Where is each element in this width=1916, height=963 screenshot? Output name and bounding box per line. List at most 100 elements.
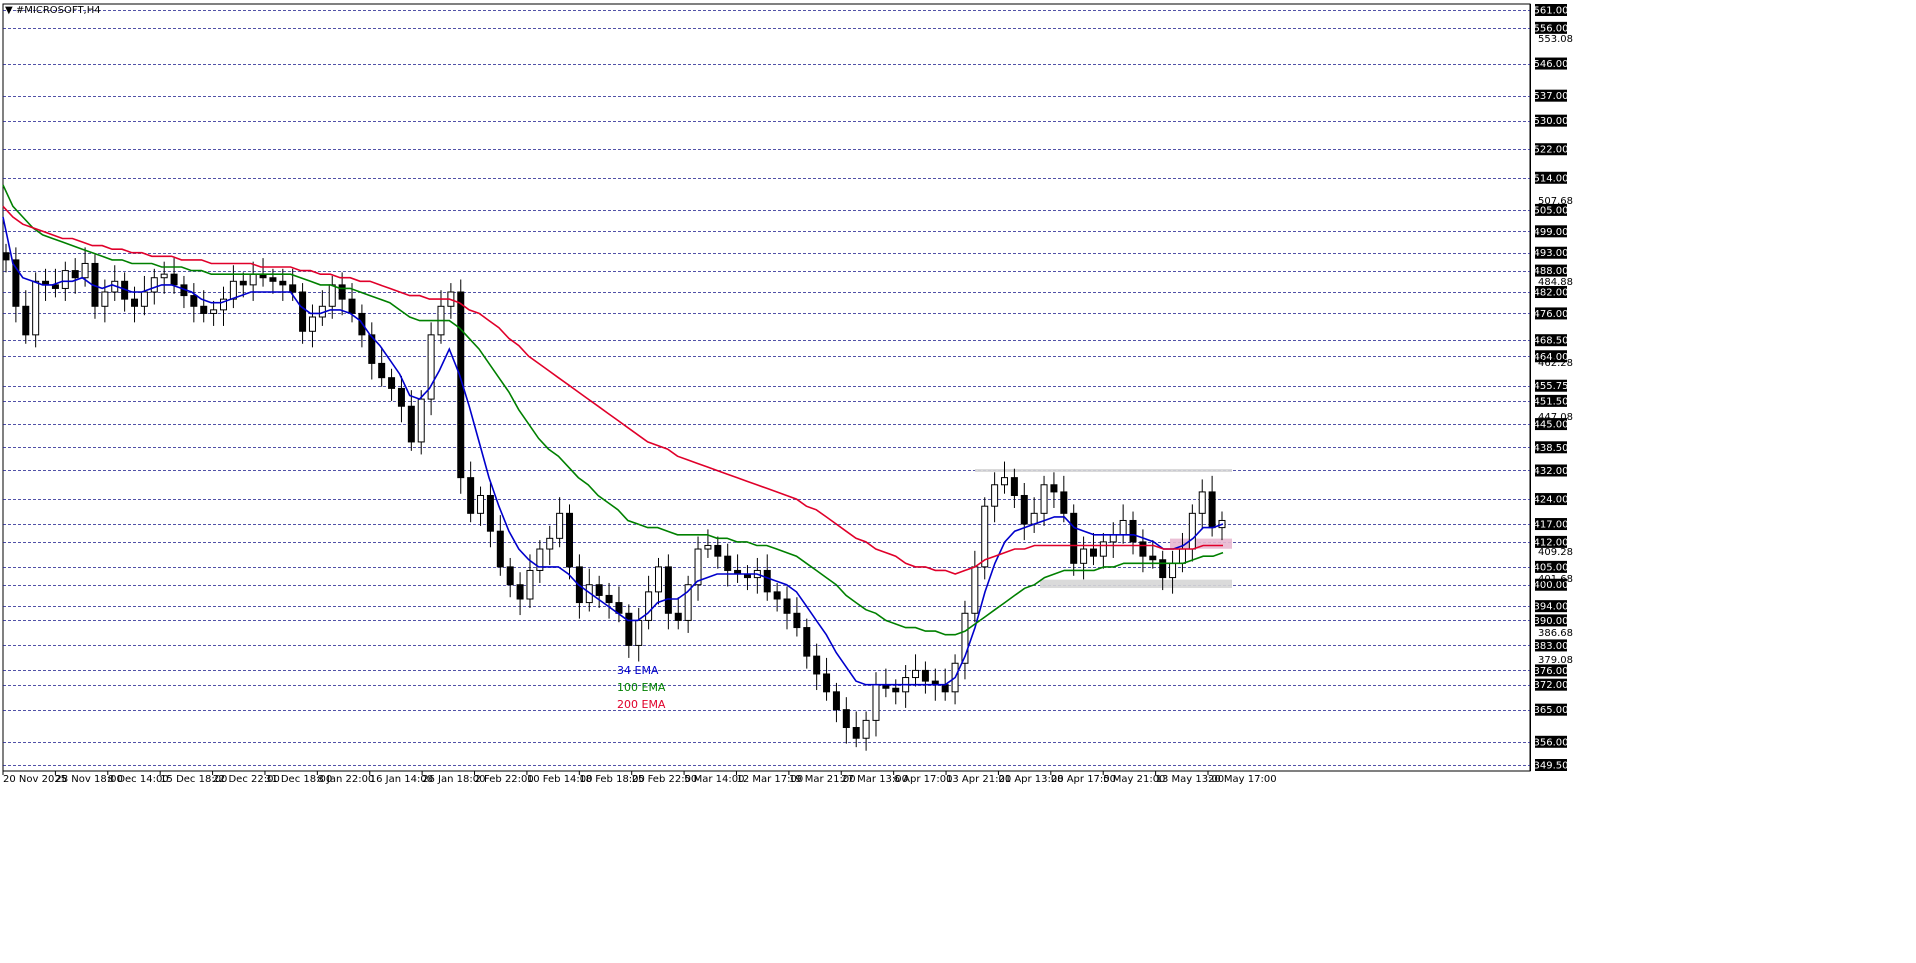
legend-entry-100-ema: 100 EMA (617, 681, 666, 694)
price-scale-tick: 507.68 (1538, 196, 1573, 207)
candle-body (61, 270, 69, 289)
legend-entry-34-ema: 34 EMA (617, 664, 659, 677)
candle-body (150, 277, 158, 293)
candle-body (486, 494, 494, 532)
candle-body (190, 295, 198, 307)
candle-body (1169, 562, 1177, 579)
candle-body (832, 691, 840, 711)
candle-body (22, 305, 30, 336)
candle-body (1010, 477, 1018, 496)
candle-body (308, 316, 316, 332)
price-scale-tick: 386.68 (1538, 628, 1573, 639)
candle-body (704, 544, 712, 550)
price-level-label: 349.50 (1534, 761, 1569, 772)
candle-body (645, 591, 653, 621)
candle-body (546, 537, 554, 550)
candle-body (566, 512, 574, 568)
price-level-label: 356.00 (1534, 737, 1569, 748)
candle-body (269, 277, 277, 282)
price-level-label: 405.00 (1534, 562, 1569, 573)
candle-body (516, 584, 524, 600)
price-level-label: 482.00 (1534, 288, 1569, 299)
price-level-label: 537.00 (1534, 91, 1569, 102)
candle-body (912, 669, 920, 679)
title-arrow-icon: ▼ (5, 5, 13, 16)
candle-body (1208, 491, 1216, 529)
chart-background (0, 0, 1916, 963)
price-level-label: 561.00 (1534, 6, 1569, 17)
time-label: 20 May 17:00 (1208, 774, 1277, 785)
candle-body (348, 298, 356, 314)
candle-body (625, 612, 633, 646)
candle-body (338, 284, 346, 300)
candle-body (101, 291, 109, 307)
candle-body (605, 594, 613, 604)
candle-body (981, 505, 989, 568)
candle-body (496, 530, 504, 568)
candle-body (803, 627, 811, 657)
chart-container[interactable]: 561.00 556.00 546.00 537.00 530.00 522.00 514.… (0, 0, 1916, 963)
candle-body (1119, 519, 1127, 536)
price-level-label: 451.50 (1534, 396, 1569, 407)
candle-body (378, 362, 386, 379)
price-chart[interactable]: 561.00 556.00 546.00 537.00 530.00 522.00 514.… (0, 0, 1916, 963)
candle-body (813, 655, 821, 675)
candle-body (210, 309, 218, 314)
candle-body (872, 684, 880, 721)
price-level-label: 424.00 (1534, 495, 1569, 506)
candle-body (71, 270, 79, 279)
price-level-label: 530.00 (1534, 116, 1569, 127)
candle-body (328, 284, 336, 307)
price-level-label: 499.00 (1534, 227, 1569, 238)
time-axis: 20 Nov 202528 Nov 18:008 Dec 14:0015 Dec… (2, 771, 1277, 785)
candle-body (249, 273, 257, 286)
price-level-label: 505.00 (1534, 205, 1569, 216)
candle-body (971, 566, 979, 614)
price-level-label: 556.00 (1534, 23, 1569, 34)
candle-body (842, 709, 850, 729)
candle-body (763, 569, 771, 593)
candle-body (1178, 548, 1186, 564)
legend-entry-200-ema: 200 EMA (617, 698, 666, 711)
candle-body (417, 398, 425, 443)
candle-body (388, 377, 396, 389)
price-level-label: 383.00 (1534, 641, 1569, 652)
candle-body (991, 484, 999, 507)
zone-support (1040, 579, 1232, 589)
candle-body (1070, 512, 1078, 564)
price-scale-tick: 401.68 (1538, 574, 1573, 585)
candle-body (229, 280, 237, 300)
chart-title: ▼ #MICROSOFT,H4 (5, 5, 101, 16)
candle-body (1149, 555, 1157, 561)
price-level-label: 468.50 (1534, 336, 1569, 347)
price-level-label: 432.00 (1534, 466, 1569, 477)
price-level-label: 455.75 (1534, 381, 1569, 392)
candle-body (595, 584, 603, 596)
price-level-label: 514.00 (1534, 173, 1569, 184)
price-scale-tick: 484.88 (1538, 277, 1573, 288)
price-level-label: 394.00 (1534, 602, 1569, 613)
price-level-label: 493.00 (1534, 248, 1569, 259)
time-label: 2 Feb 22:00 (475, 774, 534, 785)
candle-body (1159, 559, 1167, 579)
zone-resistance (975, 468, 1232, 472)
candle-body (160, 273, 168, 279)
candle-body (674, 612, 682, 621)
candle-body (783, 598, 791, 614)
candle-body (170, 273, 178, 286)
price-level-label: 546.00 (1534, 59, 1569, 70)
candle-body (1188, 512, 1196, 550)
candle-body (1109, 534, 1117, 543)
candle-body (81, 262, 89, 279)
candle-body (279, 280, 287, 286)
candle-body (862, 719, 870, 739)
candle-body (635, 619, 643, 646)
candle-body (1030, 512, 1038, 525)
time-label: 5 Mar 14:00 (684, 774, 744, 785)
candle-body (556, 512, 564, 539)
candle-body (1020, 494, 1028, 525)
candle-body (1080, 548, 1088, 564)
candle-body (239, 280, 247, 286)
candle-body (941, 684, 949, 693)
price-scale-tick: 409.28 (1538, 547, 1573, 558)
